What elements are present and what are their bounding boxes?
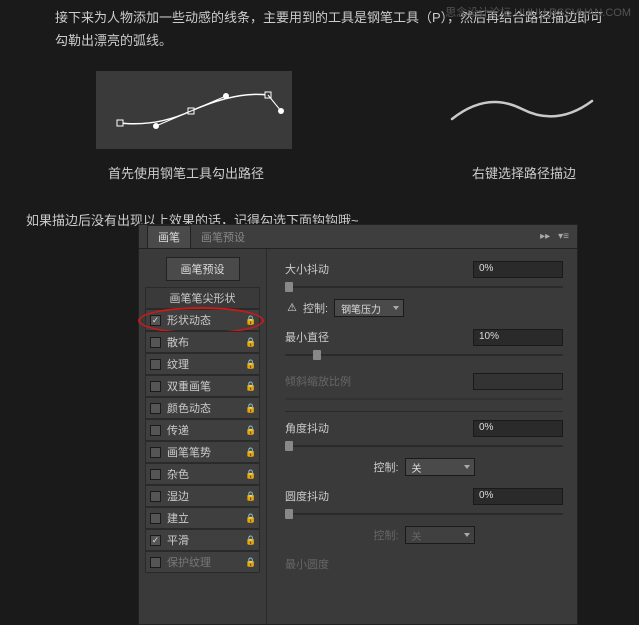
sidebar-item-3[interactable]: 双重画笔🔒 [145,375,260,397]
row-label: 形状动态 [167,312,245,328]
row-label: 杂色 [167,466,245,482]
min-diameter-value[interactable]: 10% [473,329,563,346]
sidebar-item-4[interactable]: 颜色动态🔒 [145,397,260,419]
lock-icon[interactable]: 🔒 [245,425,255,435]
row-label: 纹理 [167,356,245,372]
lock-icon[interactable]: 🔒 [245,403,255,413]
row-label: 湿边 [167,488,245,504]
checkbox[interactable] [150,403,161,414]
lock-icon[interactable]: 🔒 [245,447,255,457]
sidebar-item-9[interactable]: 建立🔒 [145,507,260,529]
angle-jitter-label: 角度抖动 [285,420,473,436]
sidebar-item-5[interactable]: 传递🔒 [145,419,260,441]
brush-panel: 画笔 画笔预设 ▸▸ ▾≡ 画笔预设 画笔笔尖形状 形状动态🔒散布🔒纹理🔒双重画… [138,224,578,625]
caption-left: 首先使用钢笔工具勾出路径 [108,163,264,182]
sidebar-item-1[interactable]: 散布🔒 [145,331,260,353]
checkbox[interactable] [150,557,161,568]
size-jitter-label: 大小抖动 [285,261,473,277]
control3-select[interactable]: 关 [405,526,475,544]
checkbox[interactable] [150,337,161,348]
row-label: 保护纹理 [167,554,245,570]
row-label: 双重画笔 [167,378,245,394]
example-pen-path [96,71,292,149]
lock-icon[interactable]: 🔒 [245,359,255,369]
lock-icon[interactable]: 🔒 [245,535,255,545]
lock-icon[interactable]: 🔒 [245,557,255,567]
lock-icon[interactable]: 🔒 [245,491,255,501]
panel-sidebar: 画笔预设 画笔笔尖形状 形状动态🔒散布🔒纹理🔒双重画笔🔒颜色动态🔒传递🔒画笔笔势… [139,249,267,624]
control1-select[interactable]: 钢笔压力 [334,299,404,317]
min-round-label: 最小圆度 [285,556,563,572]
round-jitter-label: 圆度抖动 [285,488,473,504]
lock-icon[interactable]: 🔒 [245,513,255,523]
sidebar-item-2[interactable]: 纹理🔒 [145,353,260,375]
min-diameter-label: 最小直径 [285,329,473,345]
checkbox[interactable] [150,425,161,436]
size-jitter-value[interactable]: 0% [473,261,563,278]
round-jitter-slider[interactable] [285,508,563,520]
checkbox[interactable] [150,315,161,326]
checkbox[interactable] [150,359,161,370]
menu-icon[interactable]: ▾≡ [558,231,569,242]
pen-path-svg [96,71,292,149]
size-jitter-slider[interactable] [285,281,563,293]
checkbox[interactable] [150,469,161,480]
examples-row [0,71,639,149]
warning-icon: ⚠ [285,301,299,315]
angle-jitter-slider[interactable] [285,440,563,452]
tilt-scale-label: 倾斜缩放比例 [285,373,473,389]
control3-label: 控制: [373,527,398,543]
panel-header: 画笔 画笔预设 ▸▸ ▾≡ [139,225,577,249]
row-label: 建立 [167,510,245,526]
angle-jitter-value[interactable]: 0% [473,420,563,437]
sidebar-item-10[interactable]: 平滑🔒 [145,529,260,551]
tilt-scale-value [473,373,563,390]
control2-label: 控制: [373,459,398,475]
settings-area: 大小抖动 0% ⚠ 控制: 钢笔压力 最小直径 10% 倾斜缩放比例 [267,249,577,624]
checkbox[interactable] [150,513,161,524]
lock-icon[interactable]: 🔒 [245,337,255,347]
watermark: 思念设计论坛 UUUU.RSSVUAN.COM [445,4,631,20]
checkbox[interactable] [150,491,161,502]
min-diameter-slider[interactable] [285,349,563,361]
row-label: 平滑 [167,532,245,548]
control1-label: 控制: [303,300,328,316]
captions: 首先使用钢笔工具勾出路径 右键选择路径描边 [0,163,639,182]
row-label: 散布 [167,334,245,350]
row-label: 画笔笔势 [167,444,245,460]
lock-icon[interactable]: 🔒 [245,469,255,479]
round-jitter-value[interactable]: 0% [473,488,563,505]
checkbox[interactable] [150,447,161,458]
brush-preset-button[interactable]: 画笔预设 [166,257,240,281]
tip-shape-row[interactable]: 画笔笔尖形状 [145,287,260,309]
lock-icon[interactable]: 🔒 [245,315,255,325]
sidebar-item-0[interactable]: 形状动态🔒 [145,309,260,331]
row-label: 传递 [167,422,245,438]
stroke-svg [442,71,602,149]
row-label: 颜色动态 [167,400,245,416]
sidebar-item-7[interactable]: 杂色🔒 [145,463,260,485]
caption-right: 右键选择路径描边 [472,163,576,182]
checkbox[interactable] [150,381,161,392]
checkbox[interactable] [150,535,161,546]
collapse-icon[interactable]: ▸▸ [540,231,550,242]
tab-presets[interactable]: 画笔预设 [191,226,255,248]
sidebar-item-11[interactable]: 保护纹理🔒 [145,551,260,573]
example-stroke [442,71,602,149]
tab-brush[interactable]: 画笔 [147,225,191,248]
lock-icon[interactable]: 🔒 [245,381,255,391]
tilt-scale-slider [285,393,563,405]
control2-select[interactable]: 关 [405,458,475,476]
sidebar-item-8[interactable]: 湿边🔒 [145,485,260,507]
sidebar-item-6[interactable]: 画笔笔势🔒 [145,441,260,463]
